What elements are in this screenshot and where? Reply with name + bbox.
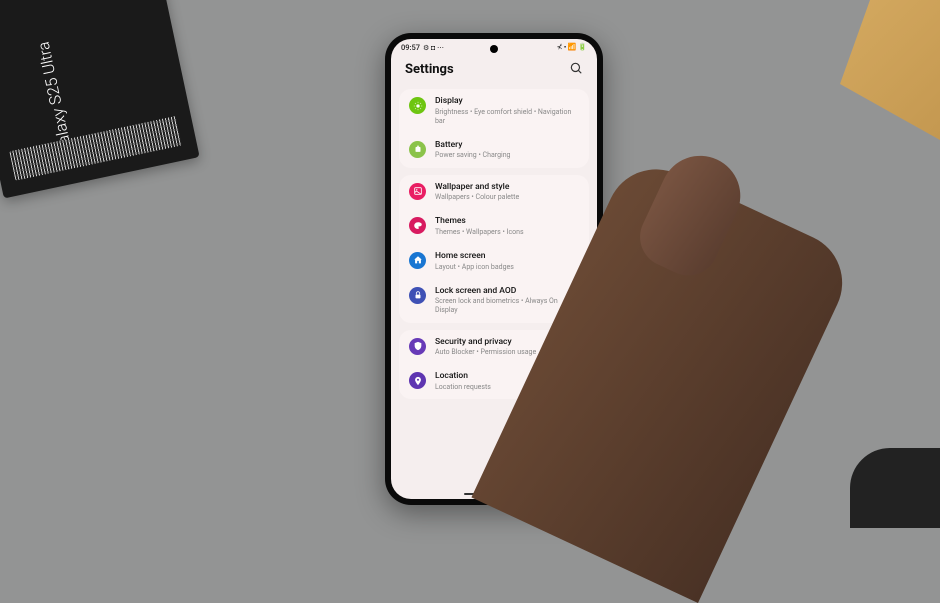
item-title: Home screen	[435, 251, 579, 262]
battery-icon	[409, 141, 426, 158]
item-text: Home screen Layout • App icon badges	[435, 251, 579, 272]
camera-punch-hole	[490, 45, 498, 53]
wooden-object	[840, 0, 940, 140]
item-title: Display	[435, 96, 579, 107]
settings-item-wallpaper[interactable]: Wallpaper and style Wallpapers • Colour …	[399, 175, 589, 210]
status-time: 09:57	[401, 43, 420, 52]
status-indicators-right: ⊀ ⬝ 📶 🔋	[557, 43, 587, 52]
settings-item-home[interactable]: Home screen Layout • App icon badges	[399, 244, 589, 279]
item-subtitle: Themes • Wallpapers • Icons	[435, 228, 579, 237]
item-title: Themes	[435, 216, 579, 227]
settings-item-themes[interactable]: Themes Themes • Wallpapers • Icons	[399, 209, 589, 244]
box-barcode	[9, 116, 182, 181]
display-icon	[409, 97, 426, 114]
settings-item-display[interactable]: Display Brightness • Eye comfort shield …	[399, 89, 589, 133]
item-subtitle: Wallpapers • Colour palette	[435, 193, 579, 202]
home-icon	[409, 252, 426, 269]
item-text: Wallpaper and style Wallpapers • Colour …	[435, 182, 579, 203]
item-subtitle: Layout • App icon badges	[435, 263, 579, 272]
status-indicators-left: ⚙ ◘ ⋯	[423, 44, 444, 52]
item-text: Display Brightness • Eye comfort shield …	[435, 96, 579, 126]
settings-group: Display Brightness • Eye comfort shield …	[399, 89, 589, 168]
status-right: ⊀ ⬝ 📶 🔋	[557, 43, 587, 52]
settings-item-battery[interactable]: Battery Power saving • Charging	[399, 133, 589, 168]
item-subtitle: Power saving • Charging	[435, 151, 579, 160]
shield-icon	[409, 338, 426, 355]
item-title: Lock screen and AOD	[435, 286, 579, 297]
item-title: Wallpaper and style	[435, 182, 579, 193]
wallpaper-icon	[409, 183, 426, 200]
search-icon	[569, 61, 583, 75]
item-text: Themes Themes • Wallpapers • Icons	[435, 216, 579, 237]
item-subtitle: Brightness • Eye comfort shield • Naviga…	[435, 108, 579, 126]
settings-header: Settings	[391, 54, 597, 89]
status-left: 09:57 ⚙ ◘ ⋯	[401, 43, 444, 52]
dark-object	[850, 448, 940, 528]
item-title: Battery	[435, 140, 579, 151]
themes-icon	[409, 217, 426, 234]
lock-icon	[409, 287, 426, 304]
item-text: Battery Power saving • Charging	[435, 140, 579, 161]
settings-group: Wallpaper and style Wallpapers • Colour …	[399, 175, 589, 323]
page-title: Settings	[405, 62, 454, 77]
location-icon	[409, 372, 426, 389]
search-button[interactable]	[569, 60, 583, 79]
product-box: Galaxy S25 Ultra	[0, 0, 200, 198]
